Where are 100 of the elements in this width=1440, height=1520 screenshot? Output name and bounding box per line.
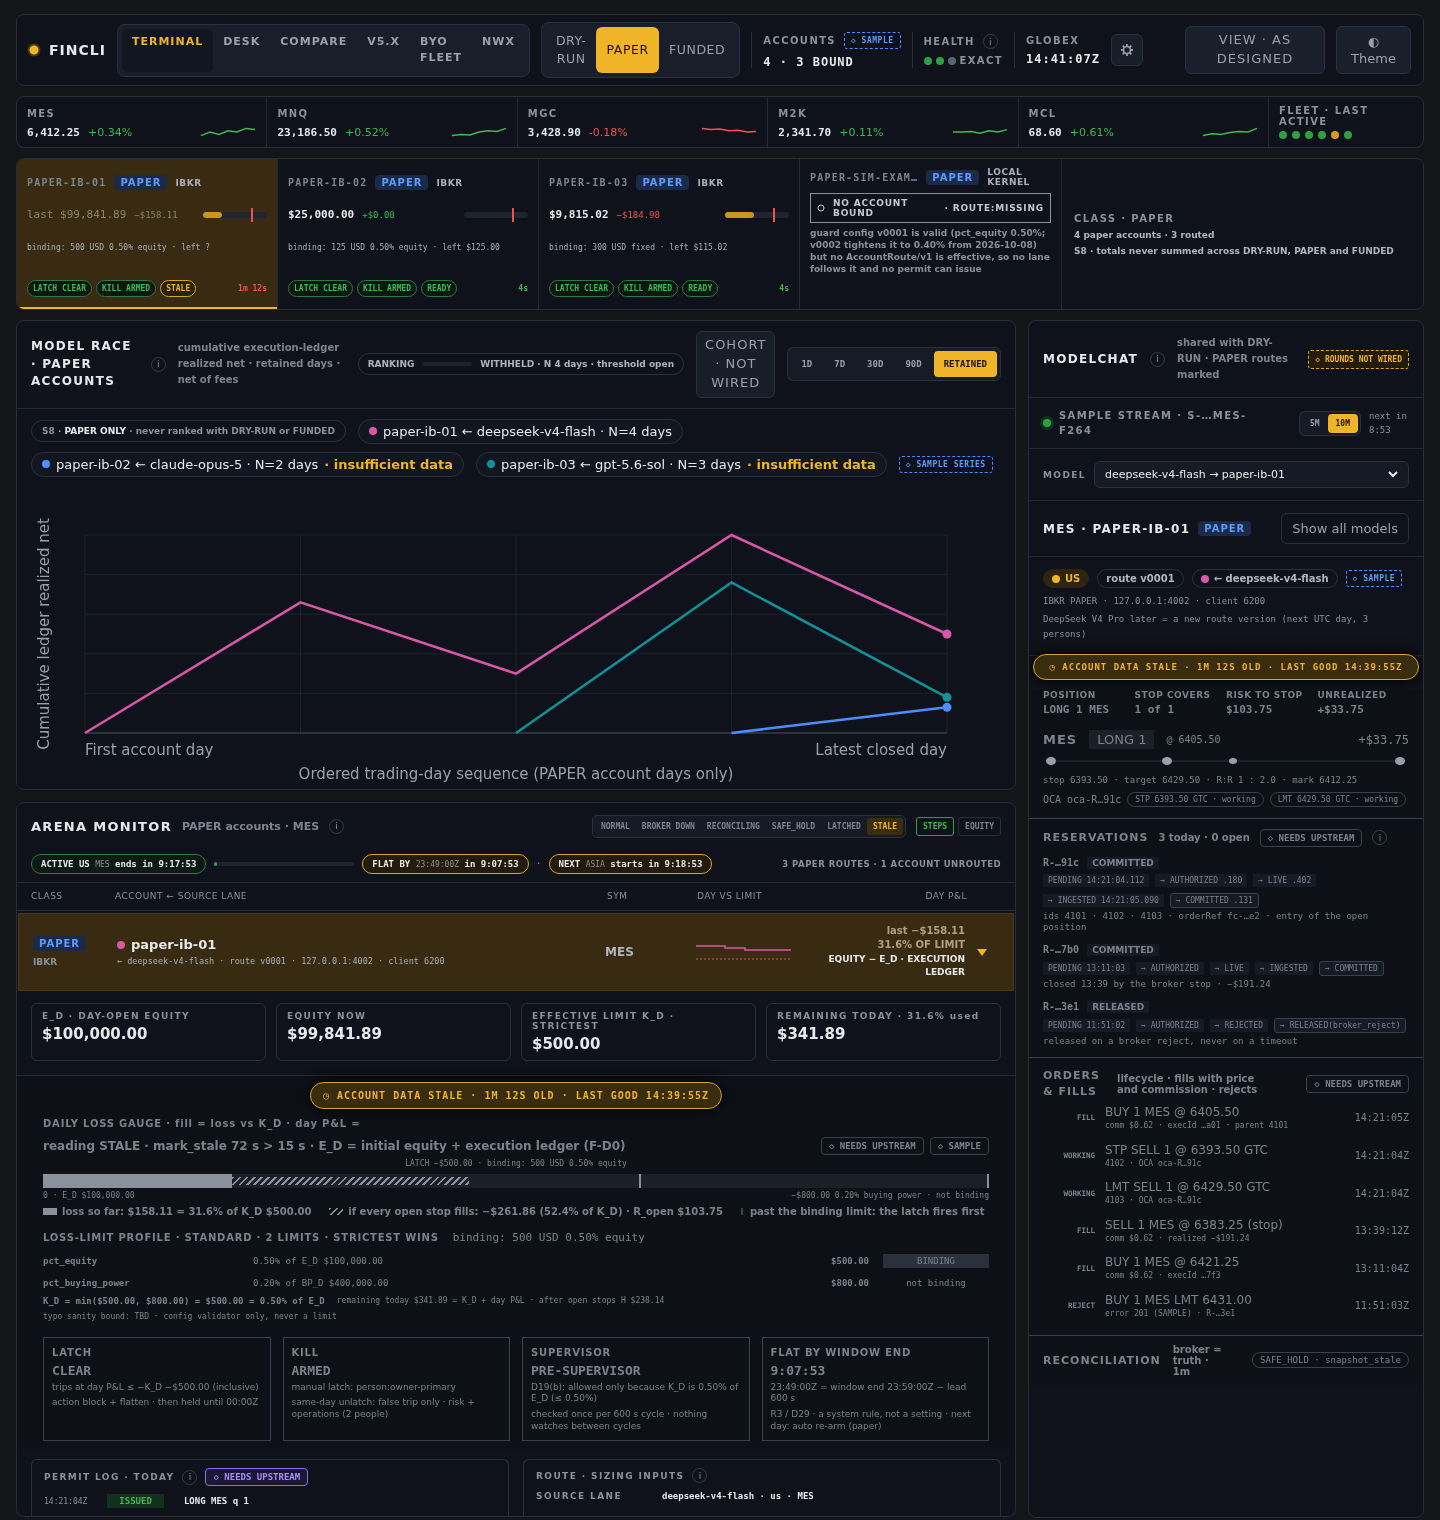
metric-value: $341.89 <box>777 1024 847 1043</box>
pnl-value: −$184.98 <box>616 209 660 220</box>
nav-tab[interactable]: NWX <box>472 28 525 72</box>
nav-tab[interactable]: COMPARE <box>270 28 358 72</box>
upstream-badge: ◇ SAMPLE <box>929 1136 989 1155</box>
order-title: STP SELL 1 @ 6393.50 GTC <box>1105 1142 1269 1157</box>
axis-title: Cumulative ledger realized net <box>35 517 53 750</box>
gauge-legend-text: loss so far: $158.11 = 31.6% of K_D $500.00 <box>62 1205 312 1217</box>
status-chip: READY <box>421 280 458 297</box>
panel-title: ARENA MONITOR <box>31 818 172 834</box>
nav-tab[interactable]: V5.X <box>357 28 410 72</box>
range-tab[interactable]: 7D <box>824 351 856 378</box>
remaining-note: remaining today $341.89 = K_D + day P&L · after open stops H $238.14 <box>336 1296 665 1306</box>
lifecycle-step: → COMMITTED <box>1318 960 1384 976</box>
column-header: DAY P&L <box>924 891 967 902</box>
order-title: BUY 1 MES @ 6405.50 <box>1105 1105 1241 1120</box>
mode-tab[interactable]: FUNDED <box>658 27 736 73</box>
limit-marker <box>251 207 253 222</box>
view-toggle[interactable]: EQUITY <box>958 816 1001 836</box>
order-time: 13:39:12Z <box>1353 1225 1409 1237</box>
settings-button[interactable] <box>1111 34 1143 66</box>
range-tab[interactable]: 90D <box>895 351 932 378</box>
model-label: MODEL <box>1043 469 1086 480</box>
status-note: R3 / D29 · a system rule, not a setting · next day: auto re-arm (paper) <box>770 1408 972 1433</box>
order-title: LMT SELL 1 @ 6429.50 GTC <box>1105 1180 1272 1195</box>
cohort-button[interactable]: COHORT · NOT WIRED <box>696 331 776 398</box>
stat-label: POSITION <box>1043 690 1097 701</box>
limit-share: 31.6% OF LIMIT <box>876 938 965 953</box>
reservation-id: R-…91c <box>1043 857 1080 869</box>
panel-subtitle: PAPER accounts · MES <box>181 819 320 833</box>
state-tab[interactable]: RECONCILING <box>700 817 766 835</box>
order-title: BUY 1 MES @ 6421.25 <box>1105 1255 1241 1270</box>
mode-tab[interactable]: PAPER <box>596 27 659 73</box>
theme-button[interactable]: ◐ Theme <box>1336 26 1411 74</box>
column-header: ACCOUNT ← SOURCE LANE <box>115 891 249 902</box>
status-value: 9:07:53 <box>770 1362 827 1378</box>
nav-tab[interactable]: DESK <box>213 28 271 72</box>
view-button[interactable]: VIEW · AS DESIGNED <box>1185 26 1325 74</box>
sample-badge: ◇ SAMPLE <box>1345 570 1403 587</box>
state-tab[interactable]: SAFE_HOLD <box>765 817 822 835</box>
route-label: SOURCE LANE <box>536 1491 624 1502</box>
view-toggle[interactable]: STEPS <box>916 816 955 836</box>
order-title: SELL 1 MES @ 6383.25 (stop) <box>1105 1217 1284 1232</box>
limit-track <box>464 211 528 218</box>
class-title: CLASS · PAPER <box>1074 212 1176 224</box>
status-note: checked once per 600 s cycle · nothing watches between cycles <box>531 1408 709 1433</box>
reservation-note: released on a broker reject, never on a timeout <box>1043 1035 1299 1048</box>
model-select[interactable]: deepseek-v4-flash → paper-ib-01 <box>1093 461 1409 488</box>
routes-summary: 3 PAPER ROUTES · 1 ACCOUNT UNROUTED <box>782 858 1001 869</box>
axis-label: First account day <box>85 740 214 759</box>
state-tab[interactable]: NORMAL <box>594 817 636 835</box>
legend-swatch <box>329 1207 344 1215</box>
contrast-icon: ◐ <box>1367 34 1380 49</box>
status-label: SUPERVISOR <box>531 1345 613 1359</box>
lifecycle-step: PENDING 14:21:04.112 <box>1043 873 1150 887</box>
lifecycle-step: → LIVE <box>1209 961 1249 975</box>
lifecycle-step: PENDING 13:11:03 <box>1043 961 1131 975</box>
gauge-reading: reading STALE · mark_stale 72 s > 15 s · E_D = initial equity + execution ledger (F-D0) <box>43 1138 626 1153</box>
alert-text: NO ACCOUNT BOUND <box>833 198 910 218</box>
interval-tab[interactable]: 5M <box>1301 413 1328 433</box>
axis-title: Ordered trading-day sequence (PAPER account days only) <box>298 764 734 783</box>
account-card[interactable]: PAPER-IB-03 PAPER IBKR $9,815.02 −$184.98 binding: 300 USD fixed · left $115.02 LATCH CLEAR KILL ARMED READY 4s <box>539 159 800 309</box>
status-chip: KILL ARMED <box>357 280 418 297</box>
sparkline <box>1202 125 1258 139</box>
state-tab[interactable]: BROKER DOWN <box>635 817 701 835</box>
summary-line: 4 paper accounts · 3 routed <box>1074 229 1216 240</box>
range-tab[interactable]: 30D <box>857 351 894 378</box>
entry-price: @ 6405.50 <box>1166 732 1221 747</box>
stat-value: +$33.75 <box>1317 703 1365 717</box>
nav-tab[interactable]: BYO FLEET <box>410 28 473 72</box>
mode-tab[interactable]: DRY-RUN <box>545 27 597 73</box>
account-card[interactable]: PAPER-IB-01 PAPER IBKR last $99,841.89 −$158.11 binding: 500 USD 0.50% equity · left ? LATCH CLEAR KILL ARMED STALE 1m 12s <box>17 159 278 309</box>
binding-text: binding: 500 USD 0.50% equity · left ? <box>27 243 212 252</box>
status-note: same-day unlatch: false trip only · risk + operations (2 people) <box>291 1397 476 1421</box>
state-tab[interactable]: LATCHED <box>821 817 867 835</box>
upstream-badge: ◇ NEEDS UPSTREAM <box>205 1468 309 1487</box>
status-chip: LATCH CLEAR <box>27 280 92 297</box>
metric-label: EQUITY NOW <box>287 1010 368 1021</box>
alert-detail: · ROUTE:MISSING <box>944 203 1044 213</box>
state-tab[interactable]: STALE <box>866 817 903 835</box>
ticker-symbol: MCL <box>1028 108 1058 119</box>
legend-swatch <box>740 1207 745 1215</box>
nav-tab[interactable]: TERMINAL <box>121 28 214 72</box>
position-side: LONG 1 <box>1089 730 1155 750</box>
status-note: action block + flatten · then held until 00:00Z <box>52 1397 260 1409</box>
status-chip: KILL ARMED <box>618 280 679 297</box>
order-time: 13:11:04Z <box>1353 1262 1409 1274</box>
account-card[interactable]: PAPER-IB-02 PAPER IBKR $25,000.00 +$0.00 binding: 125 USD 0.50% equity · left $125.00 LATCH CLEAR KILL ARMED READY 4s <box>278 159 539 309</box>
account-name: paper-ib-01 <box>131 937 217 953</box>
table-row[interactable]: PAPER IBKR paper-ib-01 ← deepseek-v4-flash · route v0001 · 127.0.0.1:4002 · client 6200 MES last −$158.11 31.6% OF LIMIT EQUITY − E_D · EXECUTION LEDGER <box>18 912 1014 991</box>
binding-text: binding: 125 USD 0.50% equity · left $125.00 <box>288 243 501 252</box>
panel-subtitle: shared with DRY-RUN · PAPER routes marked <box>1177 336 1289 382</box>
lifecycle-step: → INGESTED 14:21:05.090 <box>1043 893 1164 907</box>
lifecycle-step: → LIVE .402 <box>1253 873 1317 887</box>
equity-value: $25,000.00 <box>288 208 355 221</box>
range-tab[interactable]: 1D <box>791 351 823 378</box>
range-tab[interactable]: RETAINED <box>933 351 997 378</box>
show-models-button[interactable]: Show all models <box>1281 513 1409 544</box>
ticker-symbol: MES <box>27 108 57 119</box>
interval-tab[interactable]: 10M <box>1327 413 1358 433</box>
